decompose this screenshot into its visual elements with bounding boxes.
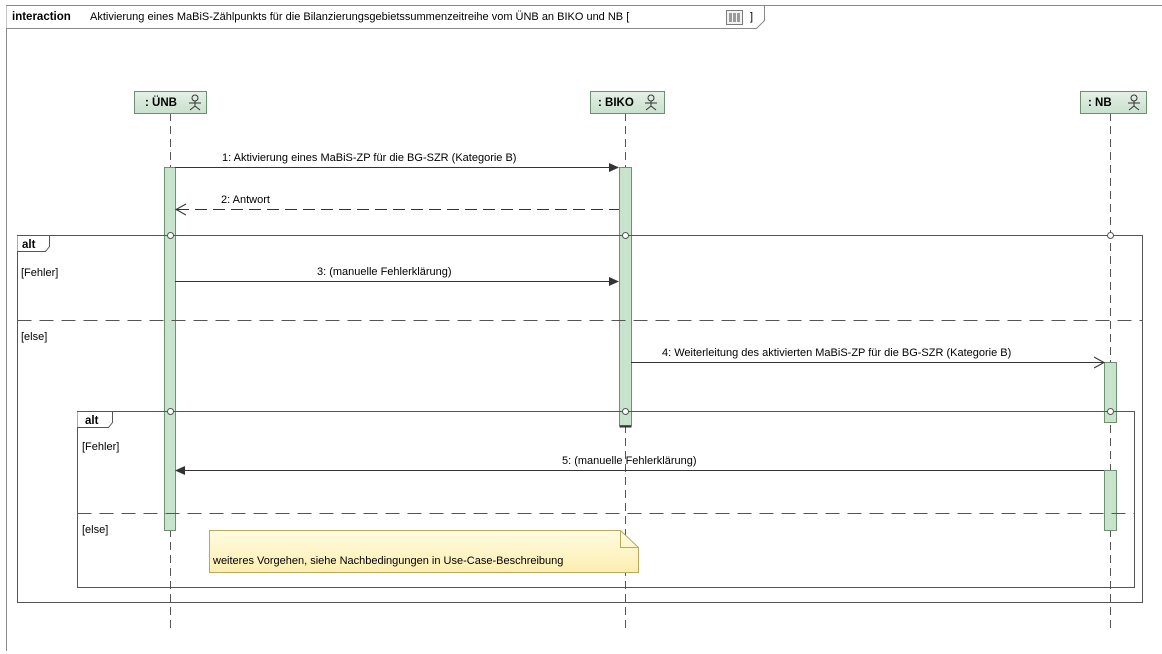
frame-title-end: ]: [750, 11, 753, 23]
note[interactable]: weiteres Vorgehen, siehe Nachbedingungen…: [210, 531, 639, 573]
svg-text:interaction: interaction: [12, 11, 71, 23]
gate-uenb: [168, 233, 174, 239]
frame-title: Aktivierung eines MaBiS-Zählpunkts für d…: [90, 11, 629, 23]
gate-nb: [1108, 233, 1114, 239]
lifeline-head-uenb[interactable]: : ÜNB: [135, 92, 207, 114]
lifeline-label-biko: : BIKO: [598, 97, 634, 109]
diagram-icon: [727, 11, 743, 25]
gate-nb: [1108, 409, 1114, 415]
fragment-operator: alt: [22, 239, 36, 251]
note-text: weiteres Vorgehen, siehe Nachbedingungen…: [212, 555, 563, 567]
gate-biko: [623, 233, 629, 239]
lifeline-head-nb[interactable]: : NB: [1081, 92, 1147, 114]
frame-keyword: interaction: [12, 11, 71, 23]
message-label: 3: (manuelle Fehlerklärung): [317, 266, 452, 278]
message-label: 1: Aktivierung eines MaBiS-ZP für die BG…: [222, 152, 516, 164]
gate-uenb: [168, 409, 174, 415]
guard-else: [else]: [82, 524, 108, 536]
message-label: 5: (manuelle Fehlerklärung): [562, 455, 697, 467]
lifeline-label-nb: : NB: [1088, 97, 1112, 109]
gate-biko: [623, 409, 629, 415]
lifeline-head-biko[interactable]: : BIKO: [591, 92, 665, 114]
message-label: 4: Weiterleitung des aktivierten MaBiS-Z…: [662, 347, 1011, 359]
activation-nb-2: [1105, 471, 1117, 531]
lifeline-label-uenb: : ÜNB: [145, 96, 177, 109]
message-label: 2: Antwort: [221, 194, 270, 206]
sequence-diagram: interaction Aktivierung eines MaBiS-Zähl…: [0, 0, 1162, 651]
guard-else: [else]: [21, 331, 47, 343]
fragment-operator: alt: [85, 415, 99, 427]
guard-fehler: [Fehler]: [21, 267, 58, 279]
activation-biko: [620, 168, 632, 426]
guard-fehler: [Fehler]: [82, 441, 119, 453]
diagram-canvas: interaction Aktivierung eines MaBiS-Zähl…: [0, 0, 1162, 651]
activation-uenb: [165, 168, 176, 531]
